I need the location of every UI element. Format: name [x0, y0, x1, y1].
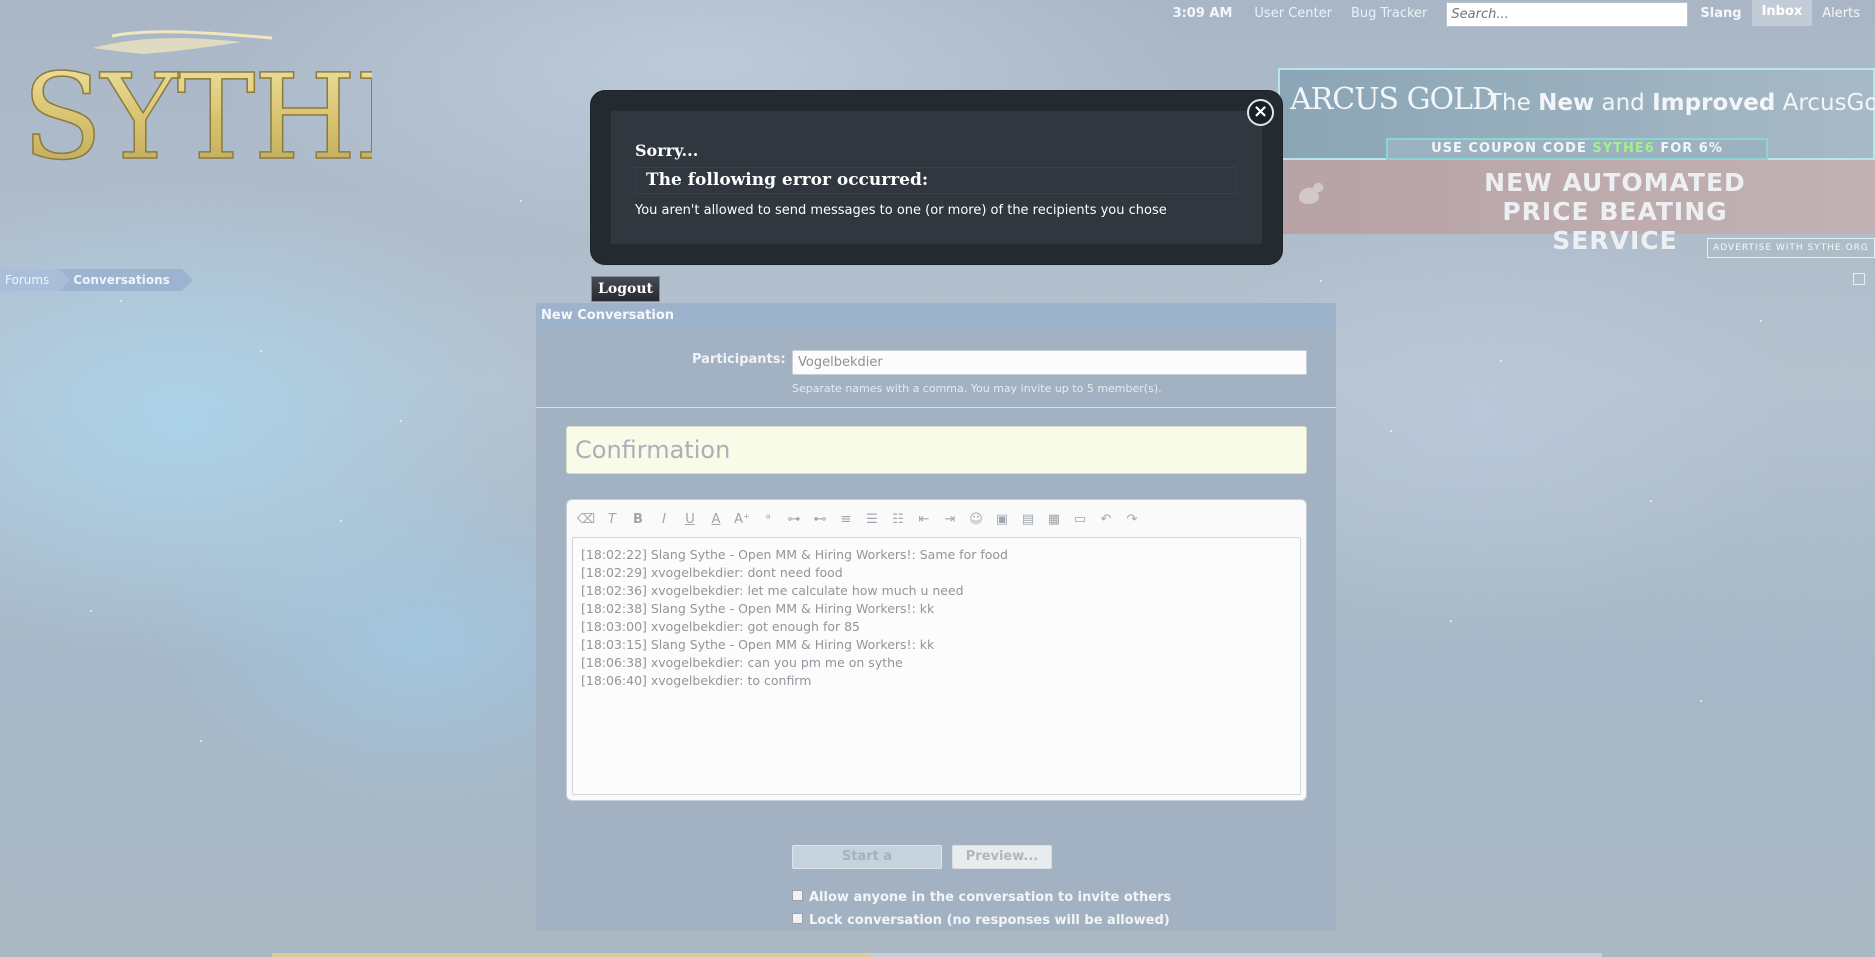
logo-text: SYTHE: [22, 48, 372, 186]
error-heading: The following error occurred:: [635, 167, 1236, 194]
footer-bar: [272, 953, 1602, 957]
lock-option: Lock conversation (no responses will be …: [792, 913, 1170, 928]
message-line: [18:06:38] xvogelbekdier: can you pm me …: [581, 655, 903, 670]
redo-icon[interactable]: ↷: [1119, 509, 1145, 531]
sythe-logo[interactable]: SYTHE: [22, 30, 372, 190]
bullet-list-icon[interactable]: ☰: [859, 509, 885, 531]
subscript-icon[interactable]: ᵃ: [755, 509, 781, 531]
media-icon[interactable]: ▤: [1015, 509, 1041, 531]
logout-button[interactable]: Logout: [591, 276, 660, 302]
inbox-link[interactable]: Inbox: [1751, 0, 1813, 26]
message-line: [18:06:40] xvogelbekdier: to confirm: [581, 673, 812, 688]
message-line: [18:02:22] Slang Sythe - Open MM & Hirin…: [581, 547, 1008, 562]
alerts-link[interactable]: Alerts: [1822, 6, 1860, 21]
align-icon[interactable]: ≡: [833, 509, 859, 531]
font-color-icon[interactable]: A: [703, 509, 729, 531]
message-line: [18:02:38] Slang Sythe - Open MM & Hirin…: [581, 601, 935, 616]
price-beating-ad[interactable]: NEW AUTOMATED PRICE BEATING SERVICE: [1278, 160, 1875, 255]
search-input[interactable]: [1446, 1, 1689, 27]
error-message: You aren't allowed to send messages to o…: [635, 203, 1167, 218]
ad-brand: ARCUS GOLD: [1290, 82, 1496, 117]
message-editor: ⌫ T B I U A A⁺ ᵃ ⊶ ⊷ ≡ ☰ ☷ ⇤ ⇥ ☺ ▣ ▤ ▦ ▭…: [566, 499, 1307, 801]
italic-icon[interactable]: I: [651, 509, 677, 531]
error-title: Sorry...: [635, 141, 699, 160]
form-actions: Start a Conversation Preview...: [792, 845, 1052, 886]
bold-icon[interactable]: B: [625, 509, 651, 531]
smiley-icon[interactable]: ☺: [963, 509, 989, 531]
start-conversation-button[interactable]: Start a Conversation: [792, 845, 942, 886]
top-bar: 3:09 AM User Center Bug Tracker Slang In…: [1172, 0, 1875, 27]
coupon-banner: USE COUPON CODE SYTHE6 FOR 6% DISCOUNT!: [1386, 138, 1768, 174]
invite-option: Allow anyone in the conversation to invi…: [792, 890, 1171, 905]
numbered-list-icon[interactable]: ☷: [885, 509, 911, 531]
clock: 3:09 AM: [1172, 5, 1233, 21]
outdent-icon[interactable]: ⇤: [911, 509, 937, 531]
insert-icon[interactable]: ▦: [1041, 509, 1067, 531]
participants-label: Participants:: [692, 352, 786, 367]
ad-tagline: The New and Improved ArcusGold: [1488, 90, 1875, 116]
duck-icon: [1299, 182, 1324, 204]
indent-icon[interactable]: ⇥: [937, 509, 963, 531]
message-textarea[interactable]: [18:02:22] Slang Sythe - Open MM & Hirin…: [572, 537, 1301, 795]
link-icon[interactable]: ⊶: [781, 509, 807, 531]
breadcrumb: Forums Conversations: [0, 269, 193, 291]
breadcrumb-forums[interactable]: Forums: [0, 269, 71, 291]
popout-icon[interactable]: [1853, 273, 1865, 285]
superscript-icon[interactable]: A⁺: [729, 509, 755, 531]
lock-option-label[interactable]: Lock conversation (no responses will be …: [809, 913, 1170, 928]
save-draft-icon[interactable]: ▭: [1067, 509, 1093, 531]
lock-checkbox[interactable]: [792, 913, 803, 924]
editor-toolbar: ⌫ T B I U A A⁺ ᵃ ⊶ ⊷ ≡ ☰ ☷ ⇤ ⇥ ☺ ▣ ▤ ▦ ▭…: [573, 508, 1145, 532]
advertise-link[interactable]: ADVERTISE WITH SYTHE.ORG: [1707, 238, 1875, 258]
user-center-link[interactable]: User Center: [1254, 6, 1332, 21]
ad-banner[interactable]: ARCUS GOLD The New and Improved ArcusGol…: [1278, 68, 1875, 258]
participants-hint: Separate names with a comma. You may inv…: [792, 382, 1162, 395]
panel-heading: New Conversation: [536, 303, 1336, 330]
preview-button[interactable]: Preview...: [952, 845, 1052, 869]
title-input[interactable]: Confirmation: [566, 426, 1307, 474]
error-overlay: Sorry... The following error occurred: Y…: [591, 91, 1282, 264]
undo-icon[interactable]: ↶: [1093, 509, 1119, 531]
message-line: [18:02:36] xvogelbekdier: let me calcula…: [581, 583, 964, 598]
underline-icon[interactable]: U: [677, 509, 703, 531]
invite-checkbox[interactable]: [792, 890, 803, 901]
participants-input[interactable]: Vogelbekdier: [792, 350, 1307, 375]
unlink-icon[interactable]: ⊷: [807, 509, 833, 531]
bug-tracker-link[interactable]: Bug Tracker: [1351, 6, 1427, 21]
format-clear-icon[interactable]: ⌫: [573, 509, 599, 531]
message-line: [18:03:15] Slang Sythe - Open MM & Hirin…: [581, 637, 935, 652]
divider: [536, 407, 1336, 408]
message-line: [18:02:29] xvogelbekdier: dont need food: [581, 565, 843, 580]
image-icon[interactable]: ▣: [989, 509, 1015, 531]
invite-option-label[interactable]: Allow anyone in the conversation to invi…: [809, 890, 1171, 905]
user-menu-link[interactable]: Slang: [1700, 6, 1741, 21]
breadcrumb-conversations[interactable]: Conversations: [59, 269, 193, 291]
close-icon[interactable]: ×: [1247, 99, 1274, 126]
remove-format-icon[interactable]: T: [599, 509, 625, 531]
new-conversation-panel: New Conversation Participants: Vogelbekd…: [536, 303, 1336, 931]
message-line: [18:03:00] xvogelbekdier: got enough for…: [581, 619, 861, 634]
